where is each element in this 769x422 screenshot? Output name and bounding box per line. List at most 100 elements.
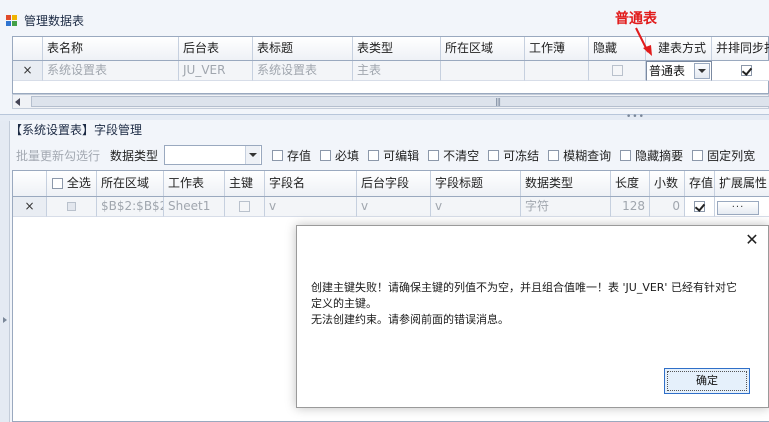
cell-field-name[interactable]: v <box>265 197 357 217</box>
col-header-ext[interactable]: 扩展属性 <box>715 171 769 196</box>
col-header-store[interactable]: 存值 <box>685 171 715 196</box>
row-select-checkbox[interactable] <box>67 202 76 211</box>
cell-decimals[interactable]: 0 <box>650 197 685 217</box>
cell-sync[interactable] <box>712 61 769 81</box>
row-delete-marker[interactable]: × <box>13 61 43 81</box>
col-header-primary-key[interactable]: 主键 <box>225 171 265 196</box>
fuzzy-label: 模糊查询 <box>563 148 612 163</box>
editable-checkbox[interactable] <box>368 149 380 161</box>
data-type-dropdown[interactable] <box>164 145 263 165</box>
cell-table-type[interactable]: 主表 <box>353 61 441 81</box>
cell-workbook[interactable] <box>525 61 589 81</box>
cell-primary-key[interactable] <box>225 197 265 217</box>
scroll-grip: ||| <box>495 97 501 106</box>
hide-summary-checkbox[interactable] <box>620 149 632 161</box>
sync-checkbox[interactable] <box>741 65 752 76</box>
left-collapse-strip[interactable] <box>0 121 10 422</box>
col-header-sync[interactable]: 并排同步打 <box>712 37 769 60</box>
cell-area[interactable] <box>441 61 525 81</box>
panel-title: 管理数据表 <box>6 12 84 30</box>
fuzzy-checkbox[interactable] <box>548 149 560 161</box>
col-header-backend-field[interactable]: 后台字段 <box>357 171 431 196</box>
build-mode-value: 普通表 <box>649 63 686 78</box>
toolbar-check-fixed-width[interactable]: 固定列宽 <box>692 147 755 164</box>
editable-label: 可编辑 <box>383 148 420 163</box>
toolbar-check-fuzzy[interactable]: 模糊查询 <box>548 147 611 164</box>
toolbar-check-editable[interactable]: 可编辑 <box>368 147 419 164</box>
table-row[interactable]: × 系统设置表 JU_VER 系统设置表 主表 普通表 <box>13 61 769 81</box>
ext-attributes-button[interactable]: ··· <box>717 200 759 215</box>
col-header-select-all[interactable]: 全选 <box>47 171 97 196</box>
row-delete-marker[interactable]: × <box>13 197 47 217</box>
fixed-width-checkbox[interactable] <box>692 149 704 161</box>
primary-key-checkbox[interactable] <box>239 201 250 212</box>
table-grid-icon <box>6 15 18 27</box>
select-all-label: 全选 <box>66 176 91 190</box>
error-message-line1: 创建主键失败！请确保主键的列值不为空，并且组合值唯一！表 'JU_VER' 已经… <box>311 281 737 310</box>
annotation-label: 普通表 <box>615 11 657 27</box>
field-toolbar: 批量更新勾选行 数据类型 存值 必填 可编辑 不清空 可冻结 模糊查询 隐藏摘要… <box>16 144 764 166</box>
col-header-workbook[interactable]: 工作薄 <box>525 37 589 60</box>
scroll-left-icon[interactable] <box>15 98 20 106</box>
col-header-table-title[interactable]: 表标题 <box>253 37 353 60</box>
col-header-table-type[interactable]: 表类型 <box>353 37 441 60</box>
col-header-area[interactable]: 所在区域 <box>441 37 525 60</box>
scroll-thumb[interactable] <box>31 96 769 107</box>
store-row-checkbox[interactable] <box>694 201 705 212</box>
panel-title-text: 管理数据表 <box>24 14 85 28</box>
col-header-length[interactable]: 长度 <box>611 171 650 196</box>
col-header-area[interactable]: 所在区域 <box>97 171 164 196</box>
required-checkbox[interactable] <box>320 149 332 161</box>
toolbar-check-noclear[interactable]: 不清空 <box>428 147 479 164</box>
table-row[interactable]: × $B$2:$B$2 Sheet1 v v v 字符 128 0 ··· <box>13 197 769 217</box>
cell-sheet[interactable]: Sheet1 <box>164 197 225 217</box>
cell-length[interactable]: 128 <box>611 197 650 217</box>
build-mode-dropdown-button[interactable] <box>694 63 710 79</box>
col-header-field-name[interactable]: 字段名 <box>265 171 357 196</box>
cell-ext[interactable]: ··· <box>715 197 769 217</box>
toolbar-check-hide-summary[interactable]: 隐藏摘要 <box>620 147 683 164</box>
fields-grid-header: 全选 所在区域 工作表 主键 字段名 后台字段 字段标题 数据类型 长度 小数 … <box>13 171 769 197</box>
cell-area[interactable]: $B$2:$B$2 <box>97 197 164 217</box>
data-type-label: 数据类型 <box>110 148 159 163</box>
col-header-sheet[interactable]: 工作表 <box>164 171 225 196</box>
build-mode-dropdown[interactable]: 普通表 <box>646 61 712 81</box>
required-label: 必填 <box>335 148 360 163</box>
toolbar-check-store[interactable]: 存值 <box>272 147 311 164</box>
hidden-checkbox[interactable] <box>611 65 623 76</box>
close-icon[interactable]: ✕ <box>744 232 760 248</box>
chevron-down-icon <box>249 153 258 157</box>
toolbar-check-freeze[interactable]: 可冻结 <box>488 147 539 164</box>
data-type-dropdown-button[interactable] <box>245 146 261 164</box>
cell-backend-field[interactable]: v <box>357 197 431 217</box>
col-header-decimals[interactable]: 小数 <box>650 171 685 196</box>
cell-field-title[interactable]: v <box>431 197 521 217</box>
store-checkbox[interactable] <box>272 149 284 161</box>
annotation-arrow-icon <box>635 27 652 56</box>
col-header-data-type[interactable]: 数据类型 <box>521 171 611 196</box>
freeze-checkbox[interactable] <box>488 149 500 161</box>
expand-right-icon[interactable] <box>3 317 7 323</box>
hide-summary-label: 隐藏摘要 <box>635 148 684 163</box>
field-section-title: 【系统设置表】字段管理 <box>10 123 143 137</box>
col-header-backend-table[interactable]: 后台表 <box>179 37 253 60</box>
noclear-checkbox[interactable] <box>428 149 440 161</box>
col-header-table-name[interactable]: 表名称 <box>43 37 179 60</box>
batch-update-button[interactable]: 批量更新勾选行 <box>16 147 100 164</box>
tables-grid-hscrollbar[interactable]: ||| <box>12 94 769 109</box>
col-header-field-title[interactable]: 字段标题 <box>431 171 521 196</box>
cell-data-type[interactable]: 字符 <box>521 197 611 217</box>
error-dialog: ✕ 创建主键失败！请确保主键的列值不为空，并且组合值唯一！表 'JU_VER' … <box>296 225 769 408</box>
cell-hidden[interactable] <box>589 61 646 81</box>
cell-table-name[interactable]: 系统设置表 <box>43 61 179 81</box>
cell-table-title[interactable]: 系统设置表 <box>253 61 353 81</box>
error-message: 创建主键失败！请确保主键的列值不为空，并且组合值唯一！表 'JU_VER' 已经… <box>311 280 741 328</box>
ok-button[interactable]: 确定 <box>664 368 750 394</box>
cell-backend-table[interactable]: JU_VER <box>179 61 253 81</box>
cell-store[interactable] <box>685 197 715 217</box>
chevron-down-icon <box>698 69 706 73</box>
select-all-checkbox[interactable] <box>52 178 63 189</box>
toolbar-check-required[interactable]: 必填 <box>320 147 359 164</box>
cell-select[interactable] <box>47 197 97 217</box>
row-indicator-header <box>13 37 43 60</box>
